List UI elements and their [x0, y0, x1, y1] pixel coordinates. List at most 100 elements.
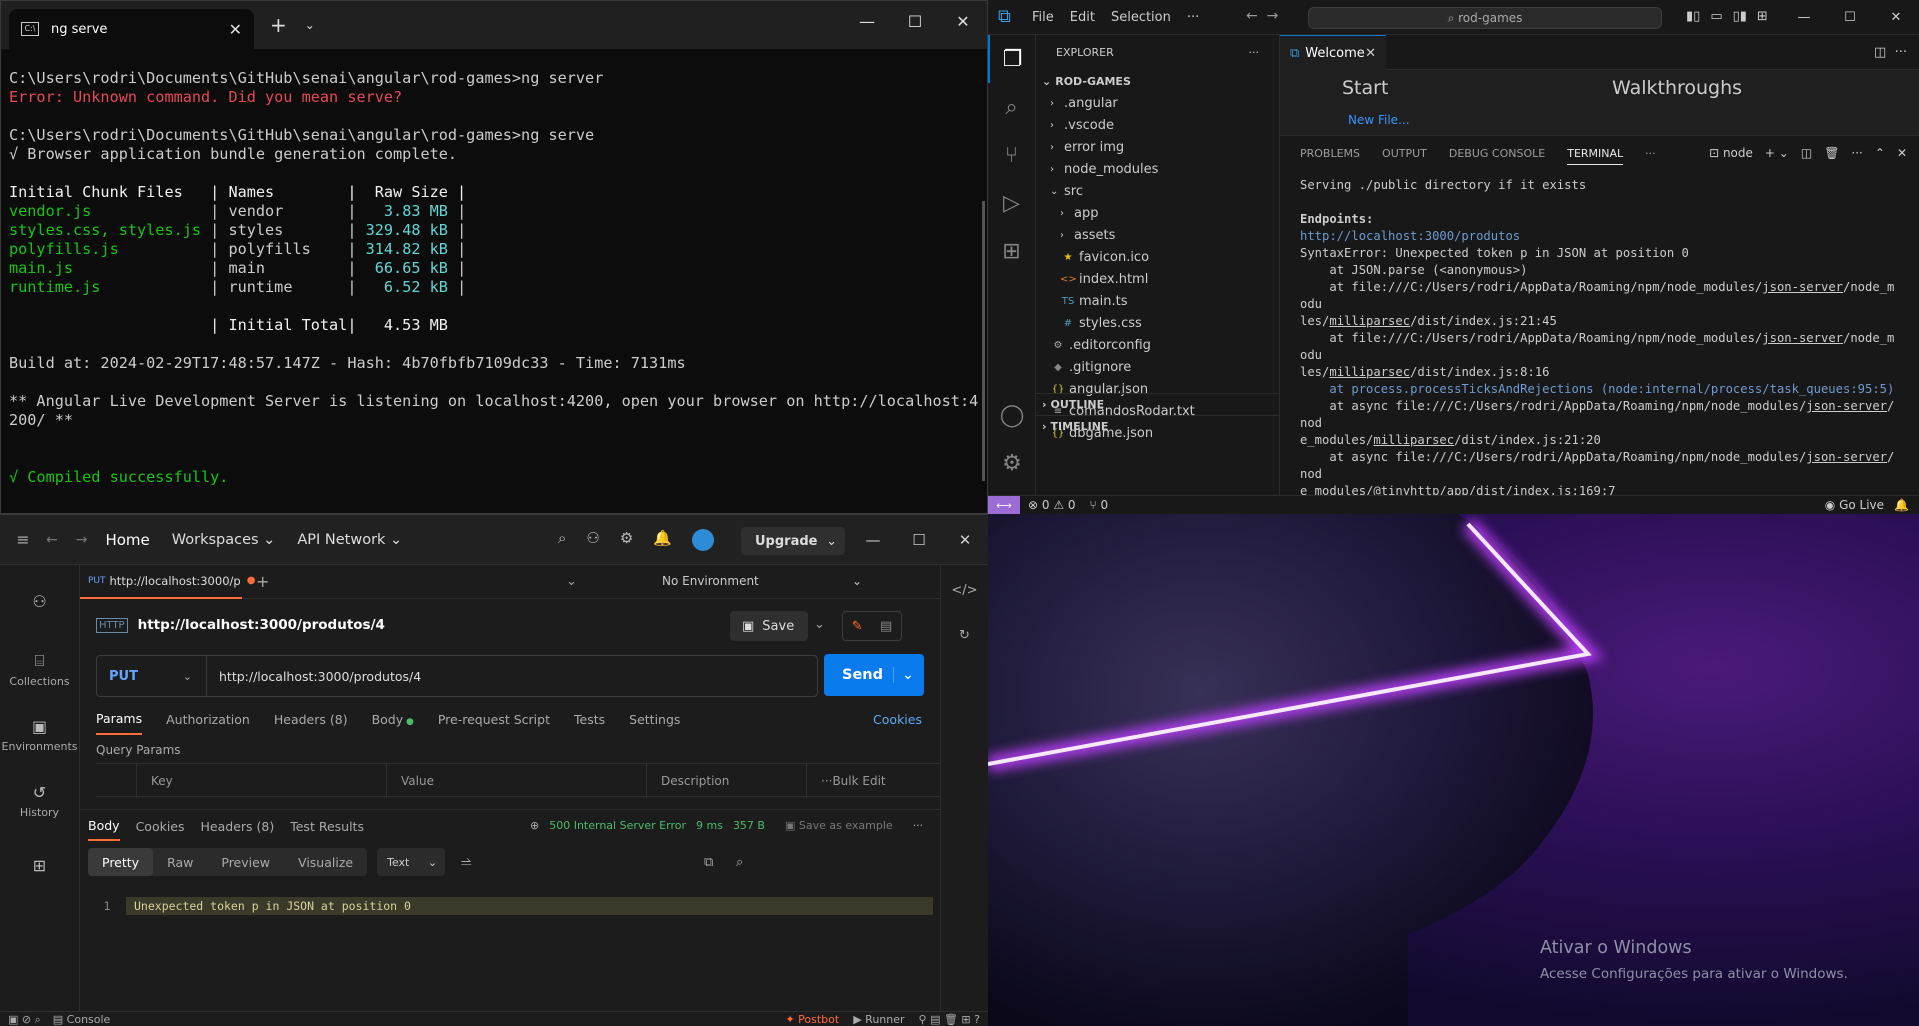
format-tab[interactable]: Raw	[153, 848, 207, 876]
postbot-button[interactable]: ✦ Postbot	[785, 1013, 839, 1026]
terminal-scrollbar[interactable]	[982, 201, 985, 481]
extensions-icon[interactable]: ⊞	[988, 227, 1035, 275]
split-editor-icon[interactable]: ◫ ···	[1874, 45, 1907, 60]
tab-welcome[interactable]: ⧉ Welcome ✕	[1280, 35, 1386, 70]
new-tab-icon[interactable]: +	[256, 572, 269, 591]
new-terminal-icon[interactable]: + ⌄	[1765, 146, 1789, 160]
nav-home[interactable]: Home	[105, 531, 149, 549]
nav-api-network[interactable]: API Network ⌄	[297, 532, 402, 548]
close-icon[interactable]: ✕	[939, 1, 987, 41]
panel-tab[interactable]: OUTPUT	[1382, 147, 1427, 160]
close-icon[interactable]: ✕	[942, 515, 988, 565]
save-dropdown-icon[interactable]: ⌄	[814, 617, 825, 632]
terminal-tab[interactable]: C:\ ng serve ✕	[9, 9, 254, 49]
refresh-icon[interactable]: ↻	[959, 628, 970, 643]
maximize-panel-icon[interactable]: ⌃	[1875, 146, 1885, 160]
chevron-down-icon[interactable]: ⌄	[305, 18, 315, 32]
format-tab[interactable]: Visualize	[284, 848, 367, 876]
account-icon[interactable]: ◯	[988, 391, 1036, 439]
request-option-tab[interactable]: Tests	[574, 712, 605, 727]
request-option-tab[interactable]: Params	[96, 704, 143, 735]
close-icon[interactable]: ✕	[1873, 0, 1919, 35]
console-button[interactable]: ▤ Console	[53, 1013, 111, 1026]
close-panel-icon[interactable]: ✕	[1897, 146, 1907, 160]
save-button[interactable]: ▣ Save	[730, 611, 808, 641]
split-terminal-icon[interactable]: ◫	[1801, 146, 1812, 160]
explorer-icon[interactable]: ❐	[988, 35, 1035, 83]
nav-arrows-icon[interactable]: ← →	[1246, 8, 1278, 24]
command-center-search[interactable]: ⌕ rod-games	[1308, 7, 1662, 29]
tree-item[interactable]: › .angular	[1036, 92, 1279, 114]
environment-select[interactable]: No Environment ⌄	[662, 574, 862, 588]
tree-item[interactable]: › assets	[1036, 224, 1279, 246]
panel-tab[interactable]: TERMINAL	[1567, 142, 1624, 165]
run-debug-icon[interactable]: ▷	[988, 179, 1035, 227]
bell-icon[interactable]: 🔔	[1894, 498, 1909, 512]
project-section[interactable]: ⌄ ROD-GAMES	[1036, 70, 1279, 92]
upgrade-button[interactable]: Upgrade ⌄	[741, 527, 845, 555]
customize-layout-icon[interactable]: ⊞	[1757, 9, 1768, 24]
request-option-tab[interactable]: Pre-request Script	[438, 712, 550, 727]
new-file-link[interactable]: New File...	[1348, 113, 1410, 127]
timeline-section[interactable]: › TIMELINE	[1036, 415, 1280, 437]
ports-status[interactable]: ⑂ 0	[1090, 498, 1109, 512]
request-name[interactable]: http://localhost:3000/produtos/4	[138, 617, 385, 633]
response-tab[interactable]: Test Results	[290, 819, 364, 834]
more-actions-icon[interactable]: ···	[1851, 146, 1862, 160]
menu-item[interactable]: File	[1032, 10, 1054, 25]
avatar[interactable]	[692, 529, 714, 551]
sidebar-item-add[interactable]: ⊞	[0, 839, 79, 895]
nav-workspaces[interactable]: Workspaces ⌄	[172, 532, 276, 548]
toggle-sidebar-icon[interactable]: ▮▯	[1686, 9, 1700, 24]
response-tab[interactable]: Body	[88, 812, 120, 841]
request-option-tab[interactable]: Settings	[629, 712, 680, 727]
tab-put-request[interactable]: PUT http://localhost:3000/p ●	[80, 565, 255, 599]
menu-item[interactable]: ···	[1187, 10, 1199, 25]
settings-gear-icon[interactable]: ⚙	[988, 439, 1036, 487]
remote-icon[interactable]: ⟷	[988, 495, 1020, 514]
back-arrow-icon[interactable]: ←	[46, 532, 58, 548]
url-input[interactable]: http://localhost:3000/produtos/4	[207, 669, 421, 684]
copy-icon[interactable]: ⧉	[704, 855, 713, 870]
panel-tab[interactable]: DEBUG CONSOLE	[1449, 147, 1545, 160]
settings-gear-icon[interactable]: ⚙	[620, 529, 633, 551]
request-option-tab[interactable]: Authorization	[166, 712, 250, 727]
maximize-icon[interactable]: ☐	[1827, 0, 1873, 35]
tree-item[interactable]: <> index.html	[1036, 268, 1279, 290]
format-tab[interactable]: Pretty	[88, 848, 154, 876]
response-tab[interactable]: Cookies	[136, 819, 185, 834]
footer-icons[interactable]: ▣ ⊘ ⌕	[8, 1013, 41, 1026]
request-option-tab[interactable]: Body ●	[372, 712, 414, 727]
search-icon[interactable]: ⌕	[736, 855, 743, 870]
tree-item[interactable]: › app	[1036, 202, 1279, 224]
toggle-secondary-icon[interactable]: ▯▮	[1733, 9, 1747, 24]
method-select[interactable]: PUT ⌄	[97, 656, 207, 696]
more-actions-icon[interactable]: ···	[821, 774, 832, 788]
close-tab-icon[interactable]: ✕	[1365, 46, 1376, 61]
go-live-button[interactable]: ◉ Go Live	[1825, 498, 1884, 512]
tree-item[interactable]: ⚙ .editorconfig	[1036, 334, 1279, 356]
forward-arrow-icon[interactable]: →	[76, 532, 88, 548]
text-type-select[interactable]: Text ⌄	[377, 848, 446, 876]
send-button[interactable]: Send ⌄	[824, 654, 924, 696]
search-icon[interactable]: ⌕	[558, 529, 566, 551]
tree-item[interactable]: ⌄ src	[1036, 180, 1279, 202]
cookies-link[interactable]: Cookies	[873, 712, 922, 727]
footer-tools-icons[interactable]: ⚲ ▤ 🗑 ⊞ ?	[919, 1013, 980, 1026]
wrap-lines-icon[interactable]: ⥬	[461, 855, 471, 870]
sidebar-item[interactable]: ⌸ Collections	[0, 641, 79, 697]
response-size[interactable]: 357 B	[733, 819, 765, 832]
menu-item[interactable]: Edit	[1070, 10, 1095, 25]
tree-item[interactable]: › .vscode	[1036, 114, 1279, 136]
minimize-icon[interactable]: —	[1781, 0, 1827, 35]
status-code[interactable]: 500 Internal Server Error	[549, 819, 686, 832]
invite-icon[interactable]: ⚇	[586, 529, 599, 551]
more-actions-icon[interactable]: ···	[1249, 46, 1260, 59]
maximize-icon[interactable]: ☐	[891, 1, 939, 41]
terminal-name[interactable]: ⊡ node	[1709, 146, 1753, 160]
source-control-icon[interactable]: ⑂	[988, 131, 1035, 179]
request-option-tab[interactable]: Headers (8)	[274, 712, 348, 727]
minimize-icon[interactable]: —	[850, 515, 896, 565]
chevron-down-icon[interactable]: ⌄	[566, 574, 577, 589]
trash-icon[interactable]: 🗑	[1824, 146, 1839, 160]
